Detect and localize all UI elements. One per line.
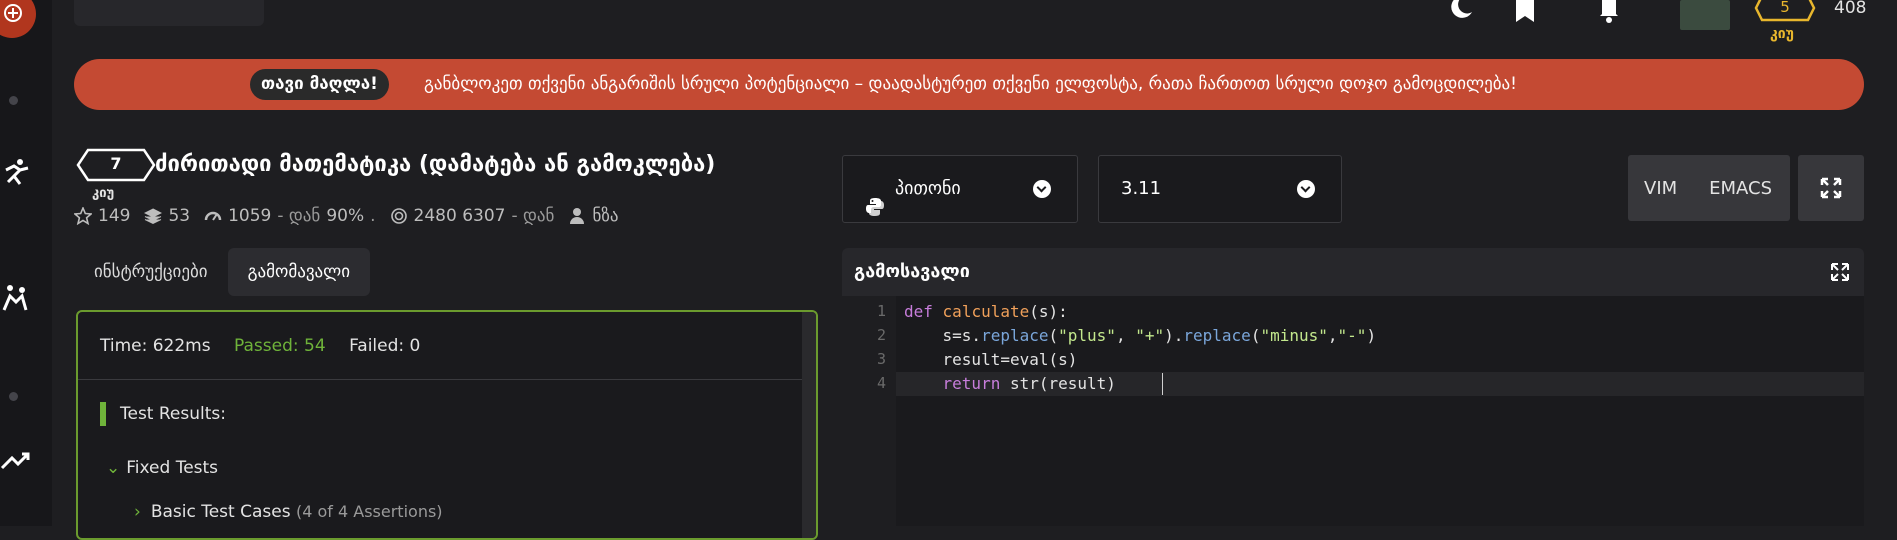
code-line-4: return str(result) <box>942 374 1116 393</box>
chevron-down-icon <box>1033 180 1051 198</box>
solution-editor-header: გამოსავალი <box>842 248 1864 296</box>
stars-stat[interactable]: 149 <box>74 206 130 226</box>
practice-icon[interactable] <box>0 282 32 314</box>
leaderboard-icon[interactable] <box>0 444 32 476</box>
code-line-1: def calculate(s): <box>904 302 1068 321</box>
version-select[interactable]: 3.11 <box>1098 155 1342 223</box>
tab-instructions[interactable]: ინსტრუქციები <box>74 248 228 296</box>
expand-icon[interactable] <box>1830 262 1850 282</box>
author-stat[interactable]: ნზა <box>568 206 618 226</box>
bookmark-icon[interactable] <box>1514 0 1536 30</box>
kyu-badge: 7 <box>76 148 156 182</box>
theme-moon-icon[interactable] <box>1448 0 1474 30</box>
expand-icon <box>1820 177 1842 199</box>
kata-title: ძირითადი მათემატიკა (დამატება ან გამოკლე… <box>155 152 716 177</box>
completed-count: 1059 <box>228 206 272 226</box>
banner-message[interactable]: განბლოკეთ თქვენი ანგარიშის სრული პოტენცი… <box>424 59 1517 110</box>
results-summary: Time: 622ms Passed: 54 Failed: 0 <box>78 312 804 380</box>
chevron-down-icon: ⌄ <box>106 458 121 478</box>
chevron-right-icon: › <box>134 502 141 522</box>
satisfaction-suffix: . <box>370 206 376 226</box>
failed-text: Failed: 0 <box>349 336 421 356</box>
search-box[interactable] <box>74 0 264 26</box>
code-line-3: result=eval(s) <box>904 350 1078 369</box>
banner-pill: თავი მაღლა! <box>250 69 389 100</box>
group-label: Fixed Tests <box>126 458 219 478</box>
text-caret <box>1162 373 1163 395</box>
line-number: 2 <box>876 326 886 344</box>
python-icon <box>865 179 885 216</box>
satisfaction-stat: 1059- დან 90%. <box>204 206 376 226</box>
editor-title: გამოსავალი <box>854 261 970 282</box>
kyu-label: კიუ <box>92 186 115 201</box>
left-panel-tabs: ინსტრუქციები გამომავალი <box>74 248 371 296</box>
version-label: 3.11 <box>1121 178 1162 199</box>
attempts-stat: 2480 6307- დან <box>390 206 555 226</box>
attempts-suffix: - დან <box>511 206 555 226</box>
codewars-logo[interactable] <box>0 0 36 38</box>
results-heading: Test Results: <box>100 402 226 426</box>
results-scrollbar[interactable] <box>802 312 816 538</box>
rank-badge[interactable]: 5 <box>1754 0 1816 28</box>
chevron-down-icon <box>1297 180 1315 198</box>
sidebar <box>0 0 52 526</box>
language-label: პითონი <box>895 178 961 199</box>
sidebar-dot <box>9 392 18 401</box>
honor-count: 408 <box>1834 0 1867 18</box>
star-icon <box>74 207 92 225</box>
notifications-bell-icon[interactable] <box>1596 0 1622 30</box>
subgroup-note: (4 of 4 Assertions) <box>295 502 443 521</box>
tab-output[interactable]: გამომავალი <box>227 248 371 296</box>
sidebar-dot <box>9 96 18 105</box>
code-line-2: s=s.replace("plus", "+").replace("minus"… <box>904 326 1377 345</box>
test-results-panel: Time: 622ms Passed: 54 Failed: 0 Test Re… <box>76 310 818 540</box>
rank-value: 5 <box>1780 0 1790 16</box>
vim-button[interactable]: VIM <box>1628 178 1693 199</box>
target-icon <box>390 208 407 224</box>
satisfaction-value: 90% <box>326 206 365 226</box>
author-name: ნზა <box>592 206 619 226</box>
kata-stats: 149 53 1059- დან 90%. 2480 6307- დან ნზა <box>74 206 618 226</box>
basic-test-cases-item[interactable]: › Basic Test Cases (4 of 4 Assertions) <box>134 502 443 522</box>
rating-icon <box>204 211 222 221</box>
completed-suffix: - დან <box>277 206 321 226</box>
kyu-number: 7 <box>110 154 122 173</box>
subgroup-label: Basic Test Cases <box>150 502 291 522</box>
avatar[interactable] <box>1680 0 1730 30</box>
emacs-button[interactable]: EMACS <box>1693 178 1788 199</box>
passed-text: Passed: 54 <box>234 336 326 356</box>
line-number: 3 <box>876 350 886 368</box>
user-icon <box>570 208 585 224</box>
rank-label: კიუ <box>1770 26 1794 42</box>
line-number: 1 <box>876 302 886 320</box>
time-text: Time: 622ms <box>100 336 211 356</box>
collections-stat[interactable]: 53 <box>144 206 190 226</box>
fixed-tests-group[interactable]: ⌄ Fixed Tests <box>106 458 218 478</box>
line-number: 4 <box>876 374 886 392</box>
layers-icon <box>144 208 163 225</box>
language-select[interactable]: პითონი <box>842 155 1078 223</box>
fullscreen-button[interactable] <box>1798 155 1864 221</box>
collections-count: 53 <box>168 206 191 226</box>
attempts-count: 2480 6307 <box>413 206 506 226</box>
stars-count: 149 <box>98 206 131 226</box>
training-icon[interactable] <box>0 156 32 188</box>
code-editor[interactable]: 1 2 3 4 def calculate(s): s=s.replace("p… <box>842 296 1864 526</box>
keybinding-group: VIM EMACS <box>1628 155 1790 221</box>
verify-email-banner: თავი მაღლა! განბლოკეთ თქვენი ანგარიშის ს… <box>74 59 1864 110</box>
